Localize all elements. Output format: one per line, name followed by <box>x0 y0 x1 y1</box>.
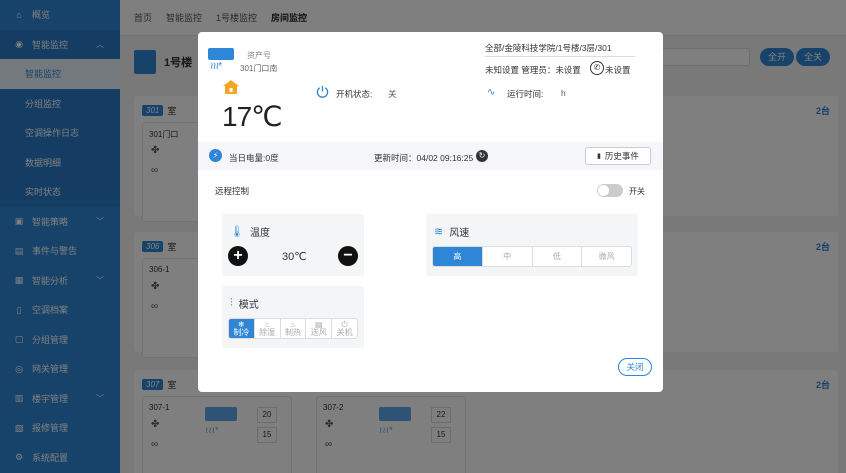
mode-panel: ⫶ 模式 ❄ 制冷 ♨ 除湿 ♨ 制热 ▤ 送风 ⏻ 关机 <box>222 286 364 348</box>
toggle-label: 开关 <box>629 187 645 196</box>
wind-title: 风速 <box>449 228 470 239</box>
wind-speed-panel: ≋ 风速 高 中 低 微风 <box>426 214 638 276</box>
temperature-title: 温度 <box>249 228 270 239</box>
info-bar: ⚡ 当日电量:0度 更新时间：04/02 09:16:25 ↻ ▮ 历史事件 <box>198 142 663 170</box>
close-button[interactable]: 关闭 <box>618 358 652 376</box>
phone-icon: ✆ <box>590 61 604 75</box>
mode-cool-button[interactable]: ❄ 制冷 <box>229 319 255 338</box>
temperature-panel-title: 🌡︎ 温度 <box>230 224 270 239</box>
mode-panel-title: ⫶ 模式 <box>230 296 259 311</box>
toggle-knob <box>598 185 609 196</box>
power-toggle[interactable] <box>597 184 623 197</box>
mode-dry-button[interactable]: ♨ 除湿 <box>255 319 281 338</box>
electricity-today: 当日电量:0度 <box>229 153 279 163</box>
mode-selector: ❄ 制冷 ♨ 除湿 ♨ 制热 ▤ 送风 ⏻ 关机 <box>228 318 358 339</box>
thermometer-icon: 🌡︎ <box>230 226 244 238</box>
power-icon <box>316 85 329 98</box>
mode-label: 送风 <box>310 327 327 337</box>
sliders-icon: ⫶ <box>230 297 233 309</box>
mode-label: 制热 <box>284 327 301 337</box>
mode-label: 制冷 <box>233 327 250 337</box>
ac-airflow-icon: ≀≀≀* <box>210 61 222 72</box>
wind-speed-selector: 高 中 低 微风 <box>432 246 632 267</box>
mode-label: 关机 <box>336 327 353 337</box>
power-status-label: 开机状态: <box>336 89 373 99</box>
mode-off-button[interactable]: ⏻ 关机 <box>332 319 357 338</box>
wind-high-button[interactable]: 高 <box>433 247 483 266</box>
mode-label: 除湿 <box>259 327 276 337</box>
house-icon <box>223 80 239 94</box>
mode-fan-button[interactable]: ▤ 送风 <box>306 319 333 338</box>
temperature-panel: 🌡︎ 温度 + 30℃ − <box>222 214 364 276</box>
wind-panel-title: ≋ 风速 <box>434 224 469 239</box>
set-temperature: 30℃ <box>282 251 307 263</box>
power-status-value: 关 <box>388 89 397 99</box>
current-temperature: 17℃ <box>222 101 283 132</box>
remote-control-label: 远程控制 <box>215 186 250 196</box>
run-time-value: h <box>561 88 566 98</box>
mode-heat-button[interactable]: ♨ 制热 <box>281 319 307 338</box>
wind-icon: ≋ <box>434 226 444 238</box>
run-time-label: 运行时间: <box>507 89 544 99</box>
history-events-button[interactable]: ▮ 历史事件 <box>585 147 651 165</box>
mode-title: 模式 <box>238 300 259 311</box>
wind-medium-button[interactable]: 中 <box>483 247 533 266</box>
temp-increase-button[interactable]: + <box>228 246 248 266</box>
update-time: 更新时间：04/02 09:16:25 <box>374 153 474 163</box>
ac-detail-modal: ≀≀≀* 资产号 301门口南 17℃ 开机状态: 关 全部/金陵科技学院/1号… <box>198 32 663 392</box>
divider <box>485 56 635 57</box>
asset-label: 资产号 <box>247 51 271 60</box>
ac-unit-icon <box>208 48 234 60</box>
manager-info: 未知设置 管理员：未设置 <box>485 65 581 75</box>
document-icon: ▮ <box>597 153 601 160</box>
location-path: 全部/金陵科技学院/1号楼/3层/301 <box>485 43 612 53</box>
bolt-icon: ⚡ <box>209 149 222 162</box>
asset-name: 301门口南 <box>240 64 278 73</box>
history-events-label: 历史事件 <box>604 151 639 161</box>
wind-low-button[interactable]: 低 <box>533 247 583 266</box>
phone-value: 未设置 <box>605 65 631 75</box>
refresh-icon[interactable]: ↻ <box>476 150 488 162</box>
temp-decrease-button[interactable]: − <box>338 246 358 266</box>
wind-breeze-button[interactable]: 微风 <box>582 247 631 266</box>
pulse-icon: ∿ <box>487 87 496 98</box>
